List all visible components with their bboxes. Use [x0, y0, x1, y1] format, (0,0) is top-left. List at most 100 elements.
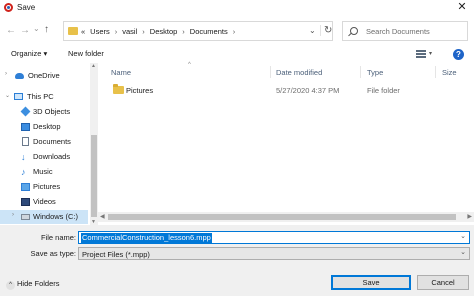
hide-folders-button[interactable]: ^ Hide Folders [6, 279, 60, 290]
forward-arrow-icon[interactable]: → [20, 25, 30, 36]
documents-icon [22, 137, 29, 146]
sidebar-item-downloads[interactable]: ↓ Downloads [0, 150, 88, 164]
drive-icon [21, 214, 30, 220]
column-header-type[interactable]: Type [367, 68, 383, 77]
file-list-header: Name ^ Date modified Type Size [102, 62, 474, 80]
breadcrumb-item-documents[interactable]: Documents [190, 27, 228, 36]
file-name-field[interactable]: CommercialConstruction_lesson6.mpp ⌄ [78, 231, 470, 244]
collapse-chevron-icon[interactable]: ⌄ [5, 92, 10, 99]
file-type: File folder [367, 86, 400, 95]
scrollbar-thumb[interactable] [108, 214, 456, 220]
breadcrumb-separator[interactable]: › [182, 27, 185, 36]
onedrive-icon [15, 73, 24, 79]
expand-chevron-icon[interactable]: › [12, 212, 14, 218]
up-arrow-icon[interactable]: ↑ [44, 24, 49, 35]
breadcrumb-separator[interactable]: › [115, 27, 118, 36]
column-divider[interactable] [270, 66, 271, 78]
organize-menu-button[interactable]: Organize ▾ [11, 49, 47, 58]
breadcrumb-separator[interactable]: › [233, 27, 236, 36]
chevron-up-icon: ^ [6, 281, 15, 290]
view-options-icon[interactable] [416, 50, 426, 58]
scroll-up-arrow-icon[interactable]: ▲ [91, 63, 96, 69]
search-placeholder: Search Documents [366, 27, 430, 36]
sidebar-item-label: Windows (C:) [33, 212, 79, 221]
close-button[interactable]: ✕ [450, 0, 474, 16]
help-icon[interactable]: ? [453, 49, 464, 60]
search-icon [350, 27, 358, 35]
save-as-type-select[interactable]: Project Files (*.mpp) ⌄ [78, 247, 470, 260]
downloads-icon: ↓ [21, 152, 26, 162]
cancel-button[interactable]: Cancel [417, 275, 469, 290]
new-folder-button[interactable]: New folder [68, 49, 104, 58]
breadcrumb-item-desktop[interactable]: Desktop [150, 27, 178, 36]
column-divider[interactable] [435, 66, 436, 78]
scroll-left-arrow-icon[interactable]: ◀ [100, 213, 105, 220]
search-input[interactable]: Search Documents [342, 21, 468, 41]
sidebar-item-pictures[interactable]: Pictures [0, 180, 88, 194]
back-arrow-icon[interactable]: ← [6, 25, 16, 36]
save-as-type-label: Save as type: [30, 249, 76, 258]
column-divider[interactable] [360, 66, 361, 78]
sidebar-item-label: OneDrive [28, 71, 60, 80]
sidebar-item-music[interactable]: ♪ Music [0, 165, 88, 179]
scroll-right-arrow-icon[interactable]: ▶ [467, 213, 472, 220]
column-header-name[interactable]: Name [111, 68, 131, 77]
save-button[interactable]: Save [331, 275, 411, 290]
folder-icon [68, 27, 78, 35]
hide-folders-label: Hide Folders [17, 279, 60, 288]
sidebar-item-this-pc[interactable]: ⌄ This PC [0, 90, 88, 104]
computer-icon [14, 93, 23, 100]
address-history-chevron-icon[interactable]: ⌄ [309, 26, 316, 35]
column-header-size[interactable]: Size [442, 68, 457, 77]
sidebar-item-label: Documents [33, 137, 71, 146]
save-as-type-value: Project Files (*.mpp) [82, 250, 150, 259]
expand-chevron-icon[interactable]: › [5, 71, 7, 77]
sidebar-item-label: Videos [33, 197, 56, 206]
sidebar-item-label: Desktop [33, 122, 61, 131]
save-as-type-chevron-icon[interactable]: ⌄ [460, 248, 466, 256]
breadcrumb-item-users[interactable]: Users [90, 27, 110, 36]
sort-ascending-icon: ^ [188, 62, 191, 68]
sidebar-item-3d-objects[interactable]: 3D Objects [0, 105, 88, 119]
window-title: Save [17, 3, 36, 12]
file-name-label: File name: [40, 233, 76, 242]
scrollbar-thumb[interactable] [91, 135, 97, 217]
folder-icon [113, 84, 124, 94]
sidebar-item-documents[interactable]: Documents [0, 135, 88, 149]
file-name: Pictures [126, 86, 154, 95]
recent-locations-chevron-icon[interactable]: ⌄ [33, 24, 40, 33]
sidebar-item-label: Pictures [33, 182, 61, 191]
command-bar: Organize ▾ New folder ▾ ? [0, 46, 474, 63]
sidebar-item-label: This PC [27, 92, 54, 101]
navigation-pane: › OneDrive ⌄ This PC 3D Objects Desktop … [0, 63, 98, 225]
file-name-dropdown-chevron-icon[interactable]: ⌄ [460, 232, 466, 240]
breadcrumb-overflow[interactable]: « [81, 27, 85, 36]
desktop-icon [21, 123, 30, 131]
sidebar-item-windows-c[interactable]: › Windows (C:) [0, 210, 88, 224]
videos-icon [21, 198, 30, 206]
save-form: File name: CommercialConstruction_lesson… [0, 225, 474, 296]
music-icon: ♪ [21, 167, 26, 177]
3d-objects-icon [20, 106, 31, 117]
refresh-icon[interactable]: ↻ [320, 25, 332, 36]
sidebar-item-label: Downloads [33, 152, 71, 161]
file-list-horizontal-scrollbar[interactable]: ◀ ▶ [98, 212, 474, 222]
breadcrumb-item-vasil[interactable]: vasil [122, 27, 137, 36]
sidebar-item-videos[interactable]: Videos [0, 195, 88, 209]
column-header-date-modified[interactable]: Date modified [276, 68, 322, 77]
file-date-modified: 5/27/2020 4:37 PM [276, 86, 340, 95]
file-name-value[interactable]: CommercialConstruction_lesson6.mpp [81, 233, 212, 243]
sidebar-item-label: 3D Objects [33, 107, 71, 116]
sidebar-item-label: Music [33, 167, 53, 176]
title-bar: Save ✕ [0, 0, 474, 16]
view-options-chevron-icon[interactable]: ▾ [429, 50, 432, 57]
breadcrumb: « Users › vasil › Desktop › Documents › [81, 27, 235, 36]
ms-project-icon [4, 3, 13, 12]
sidebar-item-desktop[interactable]: Desktop [0, 120, 88, 134]
file-row[interactable]: Pictures 5/27/2020 4:37 PM File folder [102, 82, 474, 98]
sidebar-item-onedrive[interactable]: › OneDrive [0, 69, 88, 83]
navigation-pane-scrollbar[interactable]: ▲ ▼ [90, 63, 98, 225]
address-bar[interactable]: « Users › vasil › Desktop › Documents › … [63, 21, 333, 41]
navigation-bar: ← → ⌄ ↑ « Users › vasil › Desktop › Docu… [0, 16, 474, 46]
breadcrumb-separator[interactable]: › [142, 27, 145, 36]
